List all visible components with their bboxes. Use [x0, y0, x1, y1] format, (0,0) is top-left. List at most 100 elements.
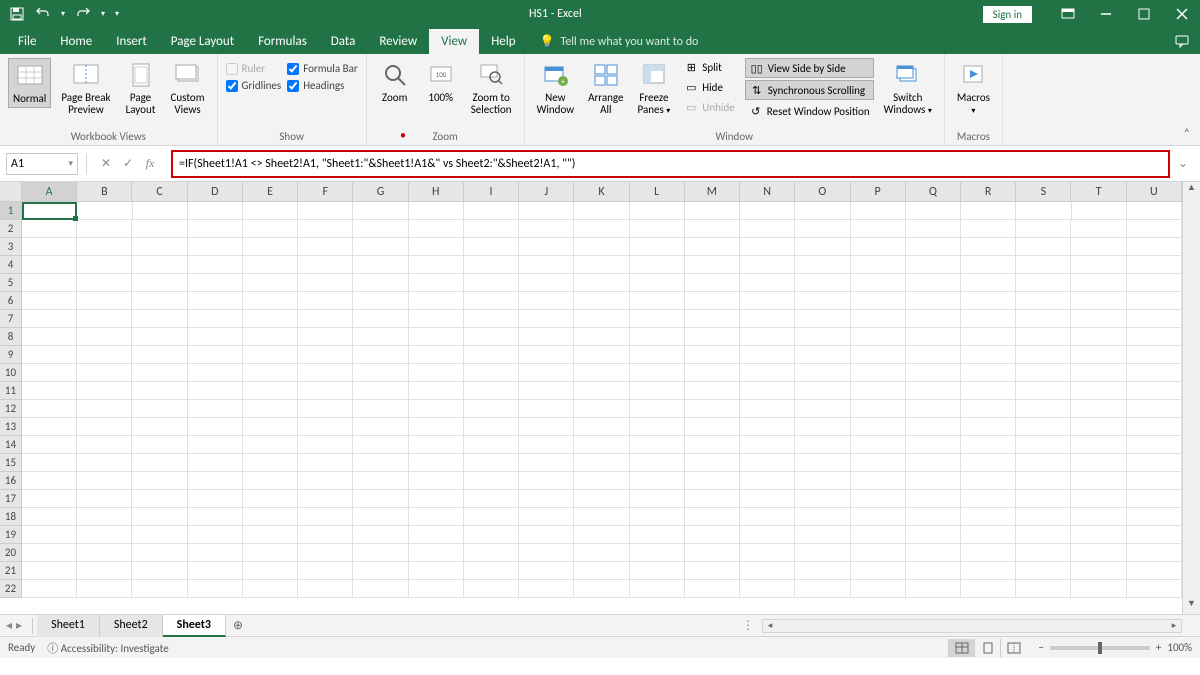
cell[interactable]: [22, 256, 77, 274]
cell[interactable]: [795, 328, 850, 346]
cell[interactable]: [685, 220, 740, 238]
cell[interactable]: [1127, 238, 1182, 256]
cancel-formula-button[interactable]: ✕: [95, 153, 117, 175]
redo-dropdown[interactable]: ▾: [98, 3, 108, 25]
cell[interactable]: [1127, 292, 1182, 310]
cell[interactable]: [795, 292, 850, 310]
cell[interactable]: [630, 490, 685, 508]
cell[interactable]: [22, 292, 77, 310]
sheet-tab-scroll[interactable]: ⋮: [742, 618, 754, 633]
row-header[interactable]: 18: [0, 508, 22, 526]
cell[interactable]: [1071, 508, 1126, 526]
cell[interactable]: [77, 310, 132, 328]
cell[interactable]: [574, 292, 629, 310]
cell[interactable]: [298, 490, 353, 508]
cell[interactable]: [188, 346, 243, 364]
cell[interactable]: [961, 256, 1016, 274]
cell[interactable]: [243, 220, 298, 238]
cell[interactable]: [961, 310, 1016, 328]
cell[interactable]: [795, 490, 850, 508]
cell[interactable]: [243, 364, 298, 382]
cell[interactable]: [188, 202, 243, 220]
cell[interactable]: [464, 382, 519, 400]
cell[interactable]: [77, 472, 132, 490]
cell[interactable]: [298, 292, 353, 310]
cell[interactable]: [1127, 220, 1182, 238]
accessibility-status[interactable]: ⓘ Accessibility: Investigate: [47, 640, 168, 656]
cell[interactable]: [1071, 364, 1126, 382]
cell[interactable]: [1016, 490, 1071, 508]
cell[interactable]: [77, 346, 132, 364]
cell[interactable]: [961, 418, 1016, 436]
cell[interactable]: [740, 238, 795, 256]
cell[interactable]: [353, 526, 408, 544]
cell[interactable]: [1127, 454, 1182, 472]
cell[interactable]: [630, 292, 685, 310]
zoom-level[interactable]: 100%: [1167, 641, 1192, 654]
cell[interactable]: [298, 256, 353, 274]
cell[interactable]: [1016, 256, 1071, 274]
cell[interactable]: [243, 544, 298, 562]
cell[interactable]: [630, 526, 685, 544]
cell[interactable]: [132, 562, 187, 580]
cell[interactable]: [1016, 400, 1071, 418]
cell[interactable]: [77, 526, 132, 544]
cell[interactable]: [409, 472, 464, 490]
cell[interactable]: [685, 310, 740, 328]
cell[interactable]: [574, 364, 629, 382]
column-header[interactable]: R: [961, 182, 1016, 202]
cell[interactable]: [464, 544, 519, 562]
cell[interactable]: [1016, 346, 1071, 364]
page-layout-button[interactable]: Page Layout: [121, 58, 161, 118]
cell[interactable]: [464, 328, 519, 346]
cell[interactable]: [243, 418, 298, 436]
cell[interactable]: [795, 436, 850, 454]
cell[interactable]: [298, 274, 353, 292]
cell[interactable]: [519, 454, 574, 472]
cell[interactable]: [906, 490, 961, 508]
cell[interactable]: [795, 346, 850, 364]
cell[interactable]: [906, 364, 961, 382]
cell[interactable]: [243, 310, 298, 328]
row-header[interactable]: 9: [0, 346, 22, 364]
cell[interactable]: [574, 472, 629, 490]
cell[interactable]: [409, 256, 464, 274]
cell[interactable]: [298, 238, 353, 256]
cell[interactable]: [519, 436, 574, 454]
cell[interactable]: [188, 436, 243, 454]
cell[interactable]: [22, 508, 77, 526]
cell[interactable]: [353, 202, 408, 220]
unhide-button[interactable]: ▭Unhide: [680, 98, 738, 116]
cell[interactable]: [243, 328, 298, 346]
cell[interactable]: [132, 454, 187, 472]
cell[interactable]: [685, 472, 740, 490]
cell[interactable]: [961, 526, 1016, 544]
row-header[interactable]: 12: [0, 400, 22, 418]
cell[interactable]: [630, 238, 685, 256]
cell[interactable]: [851, 544, 906, 562]
cell[interactable]: [464, 490, 519, 508]
cell[interactable]: [630, 346, 685, 364]
cell[interactable]: [574, 274, 629, 292]
tab-view[interactable]: View: [429, 29, 479, 54]
cell[interactable]: [409, 418, 464, 436]
cell[interactable]: [1016, 292, 1071, 310]
cell[interactable]: [243, 382, 298, 400]
cell[interactable]: [22, 364, 77, 382]
cell[interactable]: [851, 418, 906, 436]
cell[interactable]: [409, 490, 464, 508]
cell[interactable]: [243, 472, 298, 490]
cell[interactable]: [22, 310, 77, 328]
pagebreak-view-statusbtn[interactable]: [1000, 639, 1026, 657]
cell[interactable]: [1016, 238, 1071, 256]
cell[interactable]: [630, 310, 685, 328]
cell[interactable]: [519, 490, 574, 508]
cell[interactable]: [906, 472, 961, 490]
cell[interactable]: [961, 364, 1016, 382]
cell[interactable]: [1071, 454, 1126, 472]
cell[interactable]: [851, 274, 906, 292]
view-sidebyside-button[interactable]: ▯▯View Side by Side: [745, 58, 874, 78]
cell[interactable]: [353, 256, 408, 274]
cell[interactable]: [298, 436, 353, 454]
cell[interactable]: [1016, 220, 1071, 238]
